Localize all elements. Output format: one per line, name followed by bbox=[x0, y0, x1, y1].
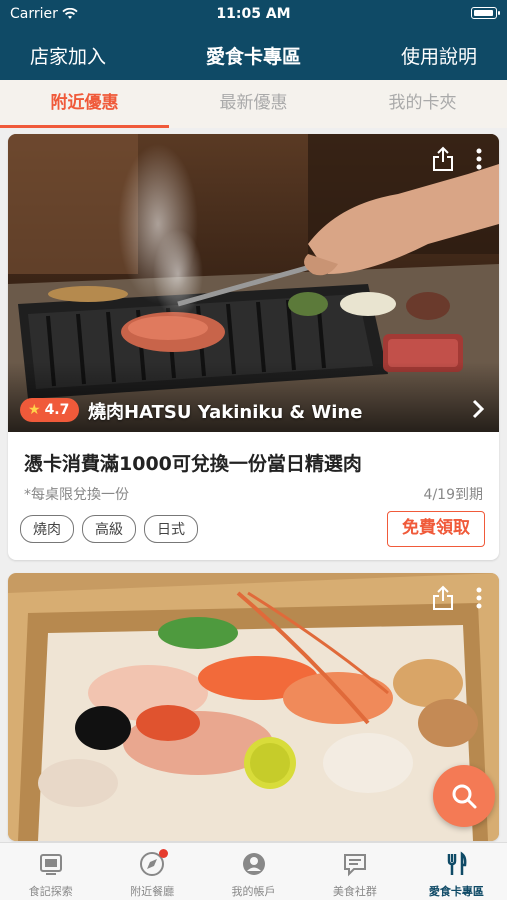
share-icon[interactable] bbox=[431, 585, 455, 611]
tabbar-label: 附近餐廳 bbox=[130, 885, 175, 898]
tabbar-item-journal[interactable]: 食記探索 bbox=[0, 843, 101, 900]
tabbar-item-card-zone[interactable]: 愛食卡專區 bbox=[406, 843, 507, 900]
journal-icon bbox=[39, 854, 62, 875]
claim-free-button[interactable]: 免費領取 bbox=[387, 511, 485, 547]
offer-card[interactable] bbox=[8, 573, 499, 841]
search-fab[interactable] bbox=[433, 765, 495, 827]
tabbar-item-community[interactable]: 美食社群 bbox=[304, 843, 405, 900]
segment-tabs: 附近優惠 最新優惠 我的卡夾 bbox=[0, 80, 507, 128]
tag[interactable]: 日式 bbox=[144, 515, 198, 543]
rating-badge: ★ 4.7 bbox=[20, 398, 80, 422]
tabbar-item-nearby[interactable]: 附近餐廳 bbox=[101, 843, 202, 900]
clock: 11:05 AM bbox=[216, 6, 291, 22]
offer-expiry: 4/19到期 bbox=[423, 487, 483, 503]
offer-note: *每桌限兌換一份 bbox=[24, 487, 129, 503]
search-icon bbox=[452, 784, 477, 809]
rating-value: 4.7 bbox=[44, 402, 70, 418]
more-options-icon[interactable] bbox=[475, 148, 483, 170]
restaurant-photo[interactable] bbox=[8, 573, 499, 841]
fork-knife-icon bbox=[448, 851, 467, 875]
more-options-icon[interactable] bbox=[475, 587, 483, 609]
notification-dot bbox=[159, 849, 169, 858]
tabbar-label: 食記探索 bbox=[28, 885, 73, 898]
top-bar: Carrier 11:05 AM 店家加入 愛食卡專區 使用說明 bbox=[0, 0, 507, 80]
battery-icon bbox=[471, 7, 500, 19]
tag-list: 燒肉 高級 日式 bbox=[20, 515, 198, 543]
nav-bar: 店家加入 愛食卡專區 使用說明 bbox=[0, 28, 507, 80]
share-icon[interactable] bbox=[431, 146, 455, 172]
tabbar-label: 愛食卡專區 bbox=[428, 885, 484, 898]
store-name[interactable]: 燒肉HATSU Yakiniku & Wine bbox=[88, 398, 362, 424]
tab-my-wallet[interactable]: 我的卡夾 bbox=[338, 80, 507, 128]
tabbar-item-account[interactable]: 我的帳戶 bbox=[203, 843, 304, 900]
restaurant-photo[interactable] bbox=[8, 134, 499, 432]
tag[interactable]: 高級 bbox=[82, 515, 136, 543]
tab-nearby[interactable]: 附近優惠 bbox=[0, 80, 169, 128]
tabbar-label: 我的帳戶 bbox=[231, 885, 276, 898]
tab-latest[interactable]: 最新優惠 bbox=[169, 80, 338, 128]
bottom-tab-bar: 食記探索 附近餐廳 我的帳戶 美食社群 愛食卡專區 bbox=[0, 842, 507, 900]
tabbar-label: 美食社群 bbox=[332, 885, 377, 898]
usage-guide-button[interactable]: 使用說明 bbox=[401, 42, 477, 69]
offer-card[interactable]: ★ 4.7 燒肉HATSU Yakiniku & Wine 憑卡消費滿1000可… bbox=[8, 134, 499, 560]
chevron-right-icon[interactable] bbox=[471, 398, 485, 420]
offer-title: 憑卡消費滿1000可兌換一份當日精選肉 bbox=[24, 453, 362, 475]
star-icon: ★ bbox=[28, 402, 41, 418]
status-bar: Carrier 11:05 AM bbox=[0, 0, 507, 28]
chat-icon bbox=[343, 854, 366, 877]
seafood-box-photo bbox=[8, 573, 499, 841]
tag[interactable]: 燒肉 bbox=[20, 515, 74, 543]
account-icon bbox=[242, 853, 265, 875]
